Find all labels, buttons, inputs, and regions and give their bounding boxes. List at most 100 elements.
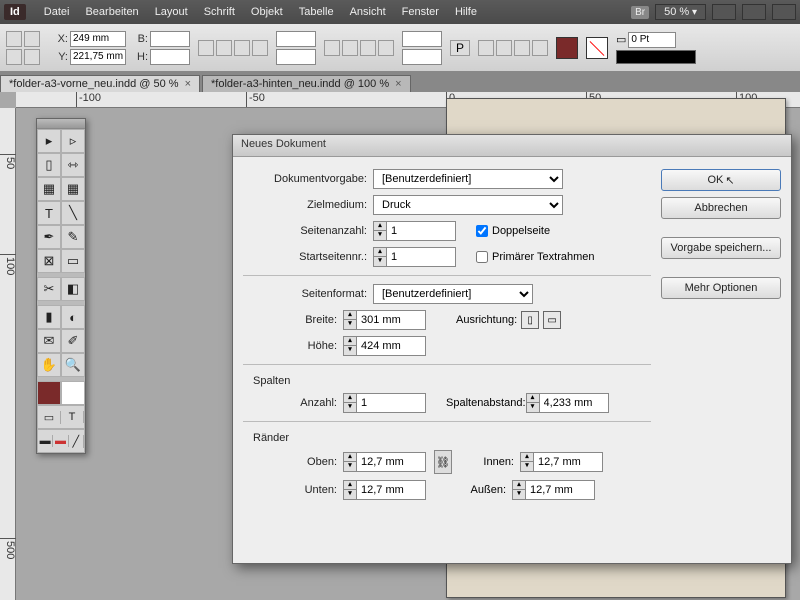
gap-tool[interactable]: ⇿	[61, 153, 85, 177]
rotate-field[interactable]	[402, 31, 442, 47]
x-label: X:	[54, 33, 68, 45]
text-wrap-icons[interactable]	[478, 40, 548, 56]
margin-inside-field[interactable]	[533, 452, 603, 472]
pages-field[interactable]	[386, 221, 456, 241]
cancel-button[interactable]: Abbrechen	[661, 197, 781, 219]
apply-mode[interactable]: ▭T	[37, 405, 85, 429]
screen-mode[interactable]: ▬▬╱	[37, 429, 85, 453]
height-spinner[interactable]: ▴▾	[343, 336, 356, 356]
margin-inside-spinner[interactable]: ▴▾	[520, 452, 533, 472]
margin-bottom-field[interactable]	[356, 480, 426, 500]
height-field[interactable]	[356, 336, 426, 356]
gradient-feather-tool[interactable]: ◐	[61, 305, 85, 329]
column-count-label: Anzahl:	[243, 397, 343, 409]
x-field[interactable]	[70, 31, 126, 47]
note-tool[interactable]: ✉	[37, 329, 61, 353]
scale-x-field[interactable]	[276, 31, 316, 47]
fill-color[interactable]	[37, 381, 61, 405]
page-tool[interactable]: ▯	[37, 153, 61, 177]
primary-text-frame-checkbox[interactable]: Primärer Textrahmen	[476, 251, 595, 263]
free-transform-tool[interactable]: ◧	[61, 277, 85, 301]
pen-tool[interactable]: ✒	[37, 225, 61, 249]
bridge-icon[interactable]: Br	[631, 6, 649, 19]
more-options-button[interactable]: Mehr Optionen	[661, 277, 781, 299]
w-label: B:	[134, 33, 148, 45]
start-spinner[interactable]: ▴▾	[373, 247, 386, 267]
margin-top-field[interactable]	[356, 452, 426, 472]
link-margins-icon[interactable]: ⛓	[434, 450, 452, 474]
stroke-weight-field[interactable]	[628, 32, 676, 48]
direct-selection-tool[interactable]: ▹	[61, 129, 85, 153]
orientation-portrait-icon[interactable]: ▯	[521, 311, 539, 329]
rotate-flip-icons[interactable]	[324, 40, 394, 56]
gradient-swatch-tool[interactable]: ▮	[37, 305, 61, 329]
width-field[interactable]	[356, 310, 426, 330]
menu-objekt[interactable]: Objekt	[243, 6, 291, 18]
y-field[interactable]	[70, 49, 126, 65]
menu-hilfe[interactable]: Hilfe	[447, 6, 485, 18]
intent-dropdown[interactable]: Druck	[373, 195, 563, 215]
ok-button[interactable]: OK↖	[661, 169, 781, 191]
arrange-icon[interactable]	[772, 4, 796, 20]
view-mode-icon[interactable]	[712, 4, 736, 20]
menu-schrift[interactable]: Schrift	[196, 6, 243, 18]
type-tool[interactable]: T	[37, 201, 61, 225]
margin-top-spinner[interactable]: ▴▾	[343, 452, 356, 472]
gutter-spinner[interactable]: ▴▾	[526, 393, 539, 413]
doc-tab-1[interactable]: *folder-a3-vorne_neu.indd @ 50 %×	[0, 75, 200, 92]
column-count-field[interactable]	[356, 393, 426, 413]
stroke-swatch[interactable]	[586, 37, 608, 59]
pencil-tool[interactable]: ✎	[61, 225, 85, 249]
width-spinner[interactable]: ▴▾	[343, 310, 356, 330]
hand-tool[interactable]: ✋	[37, 353, 61, 377]
zoom-tool[interactable]: 🔍	[61, 353, 85, 377]
rectangle-tool[interactable]: ▭	[61, 249, 85, 273]
pages-spinner[interactable]: ▴▾	[373, 221, 386, 241]
gutter-label: Spaltenabstand:	[446, 397, 526, 409]
orientation-landscape-icon[interactable]: ▭	[543, 311, 561, 329]
menu-fenster[interactable]: Fenster	[394, 6, 447, 18]
pagesize-dropdown[interactable]: [Benutzerdefiniert]	[373, 284, 533, 304]
content-collector-tool[interactable]: ▦	[37, 177, 61, 201]
margin-outside-spinner[interactable]: ▴▾	[512, 480, 525, 500]
fill-swatch[interactable]	[556, 37, 578, 59]
panel-grip[interactable]	[37, 119, 85, 129]
selection-tool[interactable]: ▸	[37, 129, 61, 153]
height-field[interactable]	[150, 49, 190, 65]
reference-point-icon[interactable]	[6, 31, 46, 65]
close-icon[interactable]: ×	[395, 78, 401, 90]
char-icon[interactable]: P	[450, 40, 470, 56]
content-placer-tool[interactable]: ▦	[61, 177, 85, 201]
line-tool[interactable]: ╲	[61, 201, 85, 225]
close-icon[interactable]: ×	[185, 78, 191, 90]
screen-mode-icon[interactable]	[742, 4, 766, 20]
scale-y-field[interactable]	[276, 49, 316, 65]
vertical-ruler: 50 100 500	[0, 108, 16, 600]
menu-ansicht[interactable]: Ansicht	[342, 6, 394, 18]
doc-tab-2[interactable]: *folder-a3-hinten_neu.indd @ 100 %×	[202, 75, 411, 92]
zoom-level-dropdown[interactable]: 50 % ▾	[655, 4, 706, 20]
menu-tabelle[interactable]: Tabelle	[291, 6, 342, 18]
intent-label: Zielmedium:	[243, 199, 373, 211]
rectangle-frame-tool[interactable]: ⊠	[37, 249, 61, 273]
gutter-field[interactable]	[539, 393, 609, 413]
eyedropper-tool[interactable]: ✐	[61, 329, 85, 353]
stroke-color[interactable]	[61, 381, 85, 405]
width-field[interactable]	[150, 31, 190, 47]
save-preset-button[interactable]: Vorgabe speichern...	[661, 237, 781, 259]
transform-icons[interactable]	[198, 40, 268, 56]
cursor-icon: ↖	[725, 174, 734, 187]
column-count-spinner[interactable]: ▴▾	[343, 393, 356, 413]
menu-datei[interactable]: Datei	[36, 6, 78, 18]
preset-dropdown[interactable]: [Benutzerdefiniert]	[373, 169, 563, 189]
facing-pages-checkbox[interactable]: Doppelseite	[476, 225, 550, 237]
tools-panel: ▸ ▹ ▯ ⇿ ▦ ▦ T ╲ ✒ ✎ ⊠ ▭ ✂ ◧ ▮ ◐ ✉ ✐ ✋ 🔍 …	[36, 118, 86, 454]
margin-bottom-spinner[interactable]: ▴▾	[343, 480, 356, 500]
start-field[interactable]	[386, 247, 456, 267]
margin-outside-field[interactable]	[525, 480, 595, 500]
shear-field[interactable]	[402, 49, 442, 65]
scissors-tool[interactable]: ✂	[37, 277, 61, 301]
menu-bearbeiten[interactable]: Bearbeiten	[77, 6, 146, 18]
menu-layout[interactable]: Layout	[147, 6, 196, 18]
stroke-style-dropdown[interactable]	[616, 50, 696, 64]
